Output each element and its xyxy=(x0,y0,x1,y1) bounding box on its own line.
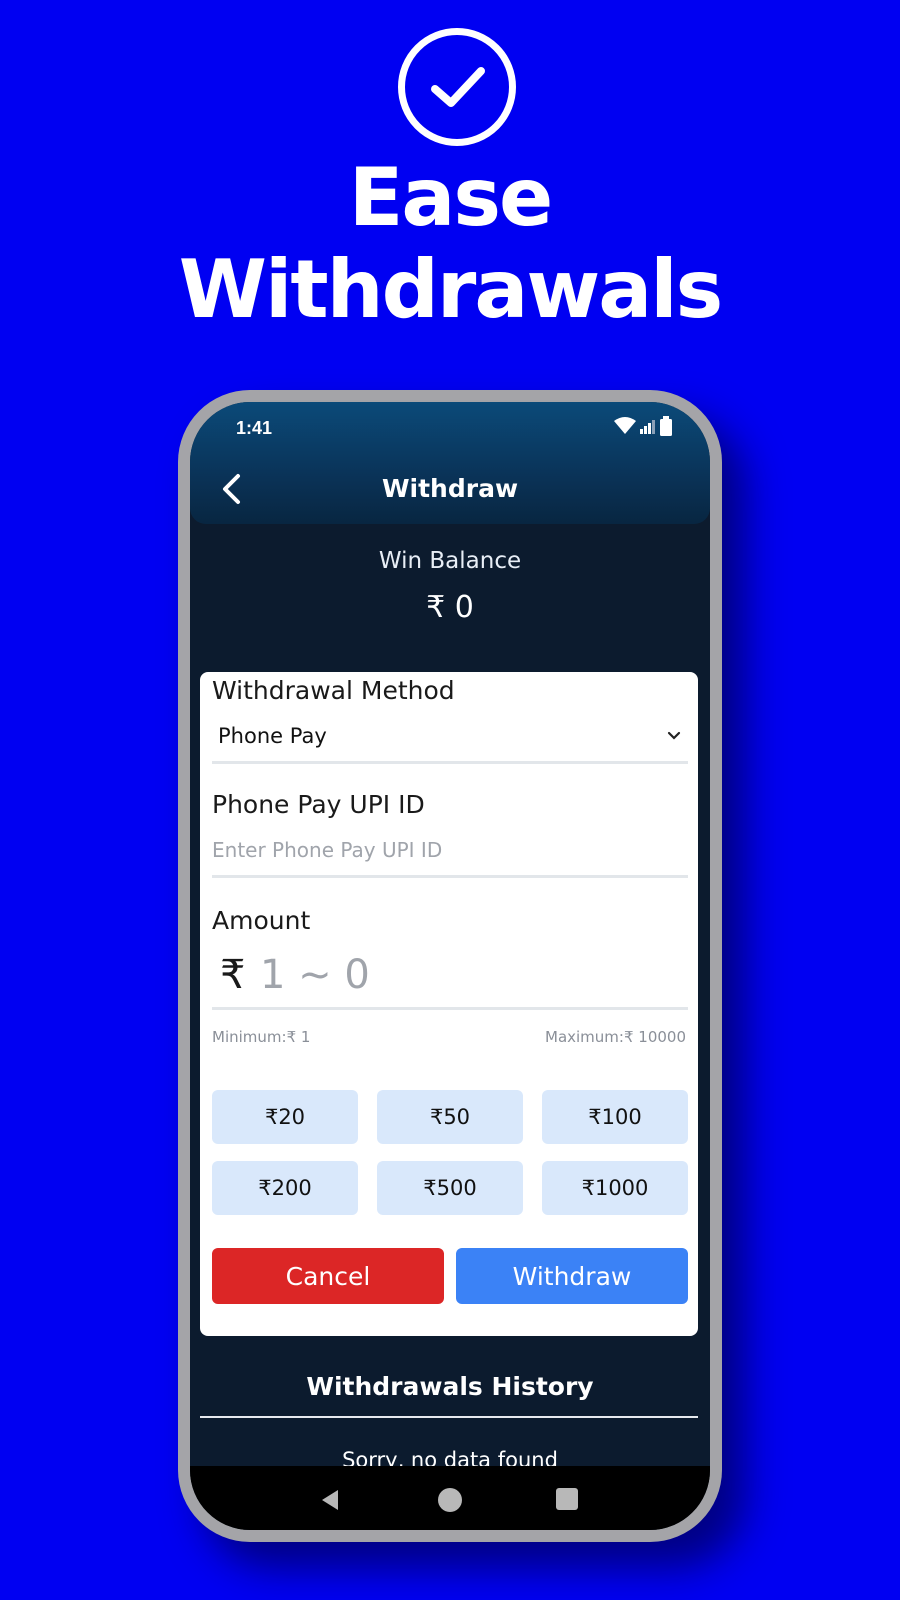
chevron-down-icon xyxy=(667,731,681,740)
quick-amount-200[interactable]: ₹200 xyxy=(212,1161,358,1215)
nav-back-icon[interactable] xyxy=(318,1488,342,1512)
quick-amount-50[interactable]: ₹50 xyxy=(377,1090,523,1144)
history-title: Withdrawals History xyxy=(306,1372,594,1401)
battery-icon xyxy=(660,416,672,436)
method-select[interactable]: Phone Pay xyxy=(212,722,688,764)
cancel-button[interactable]: Cancel xyxy=(212,1248,444,1304)
currency-symbol: ₹ xyxy=(220,952,246,998)
upi-input-placeholder: Enter Phone Pay UPI ID xyxy=(212,838,443,862)
page-title: Withdraw xyxy=(381,474,519,503)
check-circle-icon xyxy=(398,28,516,146)
balance-label: Win Balance xyxy=(378,548,522,574)
quick-amount-100[interactable]: ₹100 xyxy=(542,1090,688,1144)
history-divider xyxy=(200,1416,698,1418)
nav-home-icon[interactable] xyxy=(438,1488,462,1512)
maximum-amount: Maximum:₹ 10000 xyxy=(545,1028,686,1046)
upi-label: Phone Pay UPI ID xyxy=(212,790,425,819)
minimum-amount: Minimum:₹ 1 xyxy=(212,1028,311,1046)
upi-input[interactable]: Enter Phone Pay UPI ID xyxy=(212,834,688,878)
app-header: 1:41 Withdraw xyxy=(190,402,710,524)
withdraw-form-card: Withdrawal Method Phone Pay Phone Pay UP… xyxy=(200,672,698,1336)
amount-input-placeholder: 1 ~ 0 xyxy=(260,952,370,998)
quick-amount-500[interactable]: ₹500 xyxy=(377,1161,523,1215)
nav-recents-icon[interactable] xyxy=(556,1488,578,1510)
phone-screen: 1:41 Withdraw Win Balance ₹ 0 Withdrawal… xyxy=(190,402,710,1530)
balance-value: ₹ 0 xyxy=(426,590,474,625)
signal-icon xyxy=(640,420,655,434)
hero-title: Ease Withdrawals xyxy=(0,152,900,336)
status-icons xyxy=(614,416,672,436)
method-label: Withdrawal Method xyxy=(212,676,455,705)
withdraw-button[interactable]: Withdraw xyxy=(456,1248,688,1304)
quick-amount-20[interactable]: ₹20 xyxy=(212,1090,358,1144)
status-time: 1:41 xyxy=(236,418,273,438)
phone-frame: 1:41 Withdraw Win Balance ₹ 0 Withdrawal… xyxy=(178,390,722,1542)
hero-title-line2: Withdrawals xyxy=(178,243,724,336)
wifi-icon xyxy=(614,417,636,434)
method-select-value: Phone Pay xyxy=(218,724,327,748)
amount-input[interactable]: ₹ 1 ~ 0 xyxy=(212,942,688,1010)
hero-title-line1: Ease xyxy=(348,151,554,244)
quick-amount-1000[interactable]: ₹1000 xyxy=(542,1161,688,1215)
amount-label: Amount xyxy=(212,906,311,935)
system-nav-bar xyxy=(190,1466,710,1530)
